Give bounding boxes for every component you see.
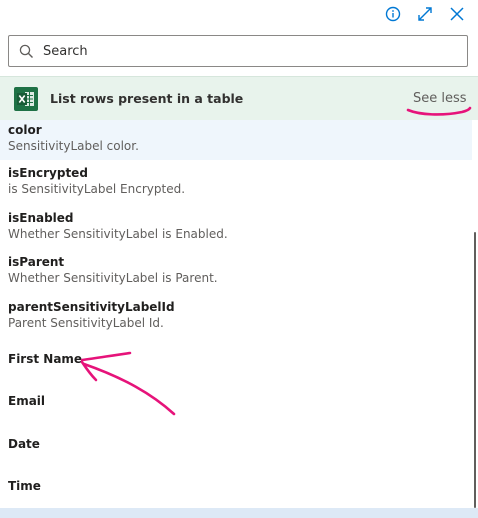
item-title: First Name (8, 352, 83, 366)
search-icon (9, 36, 43, 66)
list-item[interactable]: Time (0, 478, 472, 508)
item-title: Date (8, 437, 40, 451)
top-toolbar (0, 0, 478, 28)
info-icon[interactable] (383, 4, 403, 24)
item-title: Email (8, 394, 46, 408)
close-icon[interactable] (447, 4, 467, 24)
item-description: Whether SensitivityLabel is Parent. (8, 271, 218, 285)
item-description: Parent SensitivityLabel Id. (8, 316, 164, 330)
list-item[interactable]: Email (0, 393, 472, 423)
item-description: is SensitivityLabel Encrypted. (8, 182, 186, 196)
dynamic-content-list: color SensitivityLabel color. isEncrypte… (0, 120, 472, 510)
action-title: List rows present in a table (50, 91, 244, 106)
item-title: isEnabled (8, 211, 74, 225)
list-item[interactable]: First Name (0, 351, 472, 381)
search-input[interactable] (43, 37, 467, 65)
excel-icon (14, 87, 38, 111)
list-item[interactable]: Date (0, 436, 472, 466)
item-title: isEncrypted (8, 166, 88, 180)
item-title: color (8, 123, 42, 137)
expand-icon[interactable] (415, 4, 435, 24)
scrollbar[interactable] (474, 232, 476, 508)
item-description: SensitivityLabel color. (8, 139, 139, 153)
search-box[interactable] (8, 35, 468, 67)
list-item[interactable]: color SensitivityLabel color. (0, 120, 472, 160)
see-less-link[interactable]: See less (413, 91, 467, 106)
item-description: Whether SensitivityLabel is Enabled. (8, 227, 228, 241)
list-item[interactable]: isParent Whether SensitivityLabel is Par… (0, 254, 472, 294)
item-title: Time (8, 479, 41, 493)
item-title: parentSensitivityLabelId (8, 300, 175, 314)
action-header: List rows present in a table See less (0, 76, 478, 120)
bottom-bar (0, 508, 478, 518)
list-item[interactable]: isEncrypted is SensitivityLabel Encrypte… (0, 165, 472, 205)
list-item[interactable]: isEnabled Whether SensitivityLabel is En… (0, 210, 472, 250)
list-item[interactable]: parentSensitivityLabelId Parent Sensitiv… (0, 299, 472, 339)
item-title: isParent (8, 255, 65, 269)
